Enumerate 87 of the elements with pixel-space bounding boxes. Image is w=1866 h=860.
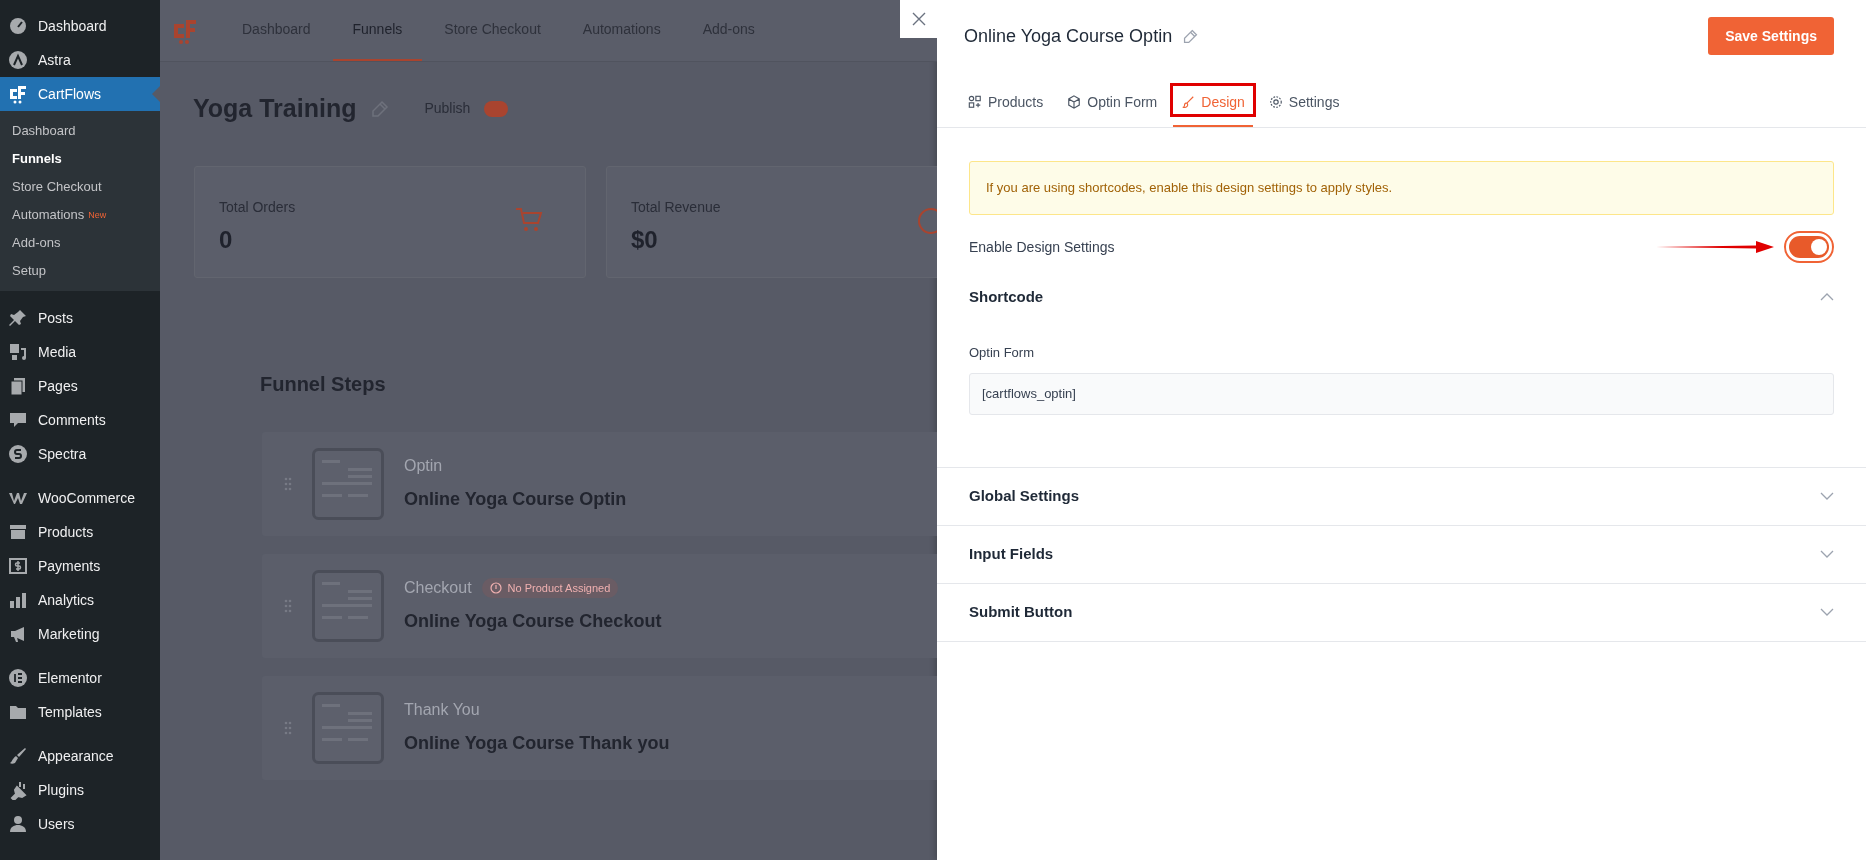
cart-logo-icon (8, 84, 28, 104)
brush-icon (8, 746, 28, 766)
sidebar-item[interactable]: Payments (0, 549, 160, 583)
sidebar-item[interactable]: Plugins (0, 773, 160, 807)
funnel-step-card[interactable]: Checkout No Product Assigned Online Yoga Course Checkout (262, 553, 937, 658)
archive-box-icon (8, 522, 28, 542)
step-type: Thank You (404, 700, 480, 720)
submenu-item[interactable]: Funnels (0, 145, 160, 173)
submenu-item[interactable]: Dashboard (0, 117, 160, 145)
chevron-down-icon (1820, 550, 1834, 558)
step-name: Online Yoga Course Checkout (404, 610, 662, 633)
media-icon (8, 342, 28, 362)
edit-icon[interactable] (1182, 27, 1200, 45)
sidebar-item[interactable]: Comments (0, 403, 160, 437)
chevron-down-icon (1820, 492, 1834, 500)
sidebar-item[interactable]: Marketing (0, 617, 160, 651)
panel-title: Online Yoga Course Optin (964, 24, 1173, 48)
panel-tab[interactable]: Products (960, 79, 1052, 127)
sidebar-item[interactable]: Appearance (0, 739, 160, 773)
sidebar-item[interactable]: Elementor (0, 661, 160, 695)
sidebar-item[interactable]: Analytics (0, 583, 160, 617)
accordion-header[interactable]: Submit Button (937, 583, 1866, 641)
sidebar-item[interactable]: CartFlows (0, 77, 160, 111)
e-logo-icon (8, 668, 28, 688)
sidebar-item[interactable]: Media (0, 335, 160, 369)
close-button[interactable] (900, 0, 937, 38)
warning-badge: No Product Assigned (481, 577, 619, 599)
shortcode-field[interactable]: [cartflows_optin] (969, 372, 1834, 415)
bar-chart-icon (8, 590, 28, 610)
pages-icon (8, 376, 28, 396)
notice-banner: If you are using shortcodes, enable this design settings to apply styles. (969, 161, 1834, 215)
new-label: New (88, 209, 107, 223)
accordion-header[interactable]: Shortcode (937, 269, 1866, 325)
accordion-header[interactable]: Global Settings (937, 467, 1866, 525)
drag-handle-icon[interactable] (284, 476, 292, 491)
user-icon (8, 814, 28, 834)
toggle-switch[interactable] (1784, 231, 1834, 263)
drag-handle-icon[interactable] (284, 720, 292, 735)
s-logo-icon (8, 444, 28, 464)
sidebar-item[interactable]: Posts (0, 301, 160, 335)
chevron-down-icon (1820, 608, 1834, 616)
cube-icon (1067, 95, 1082, 109)
settings-icon (1268, 95, 1283, 109)
current-menu-pointer (152, 86, 160, 102)
pin-icon (8, 308, 28, 328)
stat-value: 0 (219, 224, 234, 255)
page-thumbnail-icon (312, 447, 384, 520)
menu-label: Automations (12, 206, 85, 225)
publish-toggle[interactable] (484, 100, 509, 117)
panel-tab[interactable]: Optin Form (1059, 79, 1166, 127)
step-type: Optin (404, 456, 443, 476)
gauge-icon (8, 16, 28, 36)
sidebar-item[interactable]: Spectra (0, 437, 160, 471)
sidebar-item[interactable]: Dashboard (0, 9, 160, 43)
submenu-item[interactable]: Automations New (0, 201, 160, 229)
panel-tab[interactable]: Settings (1260, 79, 1348, 127)
sidebar-item[interactable]: WooCommerce (0, 481, 160, 515)
submenu-item[interactable]: Store Checkout (0, 173, 160, 201)
sidebar-item[interactable]: Pages (0, 369, 160, 403)
coin-icon (917, 206, 937, 235)
sidebar-item[interactable]: Astra (0, 43, 160, 77)
step-type: Checkout (404, 578, 472, 598)
accordion-header[interactable]: Input Fields (937, 525, 1866, 583)
brush-icon (1181, 95, 1196, 109)
submenu-item[interactable]: Add-ons (0, 229, 160, 257)
page-thumbnail-icon (312, 691, 384, 764)
field-label: Optin Form (969, 344, 1035, 362)
sidebar-item[interactable]: Templates (0, 695, 160, 729)
plug-icon (8, 780, 28, 800)
speech-bubble-icon (8, 410, 28, 430)
stat-value: $0 (631, 224, 659, 255)
alert-icon (489, 582, 502, 594)
chevron-up-icon (1820, 293, 1834, 301)
triangle-logo-icon (8, 50, 28, 70)
step-name: Online Yoga Course Thank you (404, 732, 670, 755)
section-heading: Funnel Steps (259, 371, 387, 397)
sidebar-item[interactable]: Users (0, 807, 160, 841)
toggle-label: Enable Design Settings (969, 237, 1115, 257)
cart-icon (515, 206, 543, 233)
drag-handle-icon[interactable] (284, 598, 292, 613)
submenu-item[interactable]: Setup (0, 257, 160, 285)
dollar-icon (8, 556, 28, 576)
sidebar-item[interactable]: Products (0, 515, 160, 549)
page-thumbnail-icon (312, 569, 384, 642)
grid-icon (968, 95, 982, 109)
step-name: Online Yoga Course Optin (404, 488, 627, 511)
close-icon (911, 12, 926, 26)
